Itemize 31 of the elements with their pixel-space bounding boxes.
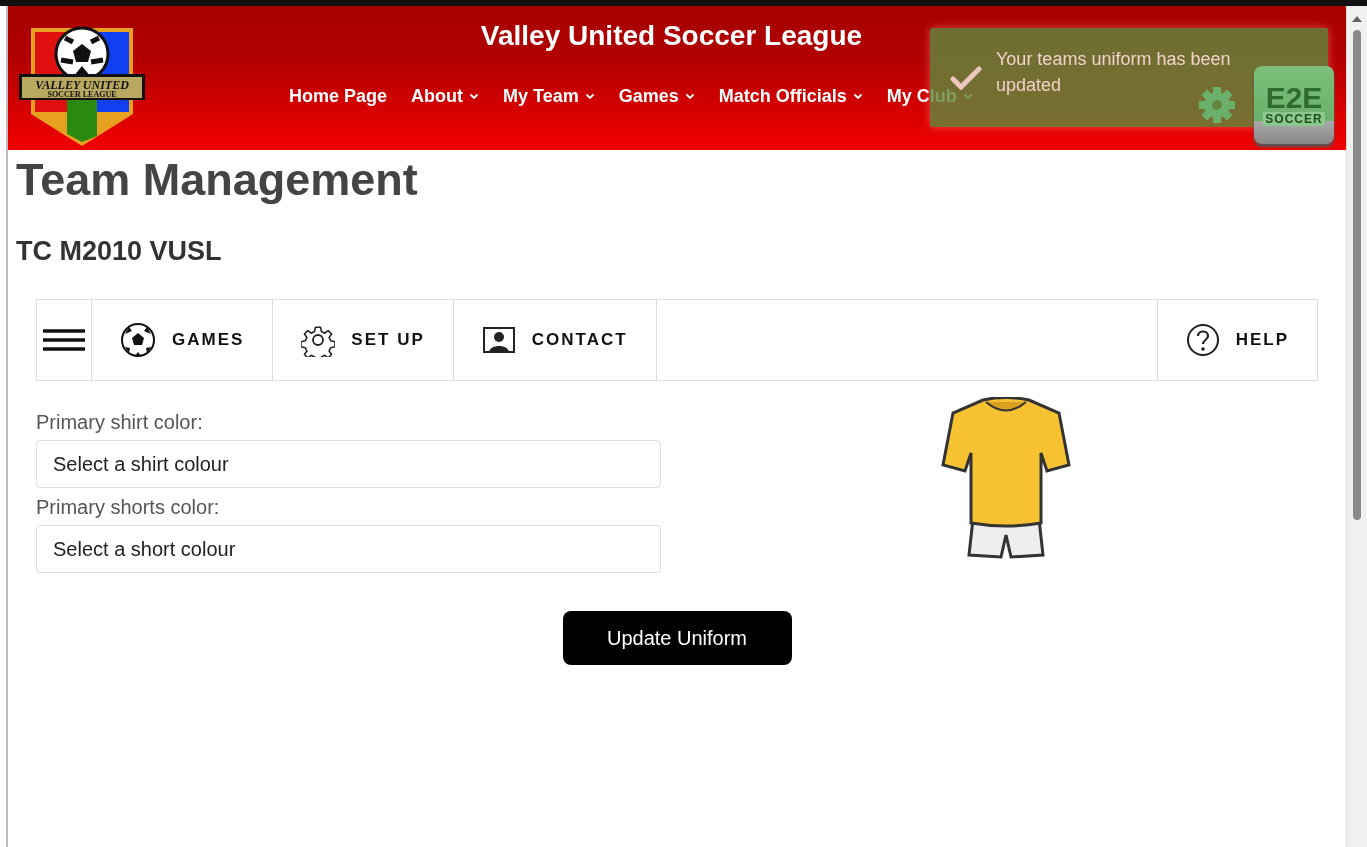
- soccer-ball-icon: [120, 322, 156, 358]
- nav-link[interactable]: Match Officials: [718, 86, 863, 107]
- update-uniform-button[interactable]: Update Uniform: [562, 611, 792, 665]
- nav-link[interactable]: Games: [618, 86, 695, 107]
- team-name: TC M2010 VUSL: [16, 236, 223, 267]
- gear-icon: [301, 323, 336, 357]
- help-icon: [1185, 323, 1220, 357]
- toast-message: Your teams uniform has been updated: [996, 48, 1232, 97]
- logo-subtitle: SOCCER LEAGUE: [46, 90, 118, 99]
- site-title: Valley United Soccer League: [480, 20, 863, 52]
- menu-icon: [43, 329, 85, 351]
- logo-text: VALLEY UNITED: [34, 78, 130, 92]
- contact-card-icon: [481, 326, 516, 354]
- field-label: Primary shirt color:: [36, 411, 204, 434]
- page-title: Team Management: [16, 154, 419, 206]
- e2e-soccer-button[interactable]: E2E SOCCER: [1254, 66, 1334, 144]
- nav-link[interactable]: My Team: [503, 86, 595, 107]
- color-select[interactable]: Select a shirt colour: [36, 440, 661, 488]
- field-label: Primary shorts color:: [36, 496, 221, 519]
- color-select[interactable]: Select a short colour: [36, 525, 661, 573]
- scrollbar-thumb[interactable]: [1353, 30, 1361, 520]
- nav-link[interactable]: About: [411, 86, 480, 107]
- contact-tab[interactable]: CONTACT: [453, 300, 657, 380]
- help-tab[interactable]: HELP: [1157, 300, 1317, 380]
- games-tab[interactable]: GAMES: [92, 300, 274, 380]
- scroll-up-icon[interactable]: [1351, 14, 1363, 24]
- nav-link[interactable]: Home Page: [289, 86, 388, 107]
- e2e-logo-text: E2E: [1265, 84, 1323, 112]
- checkmark-icon: [950, 66, 982, 90]
- setup-tab[interactable]: SET UP: [273, 300, 454, 380]
- soccer-logo-text: SOCCER: [1263, 112, 1325, 126]
